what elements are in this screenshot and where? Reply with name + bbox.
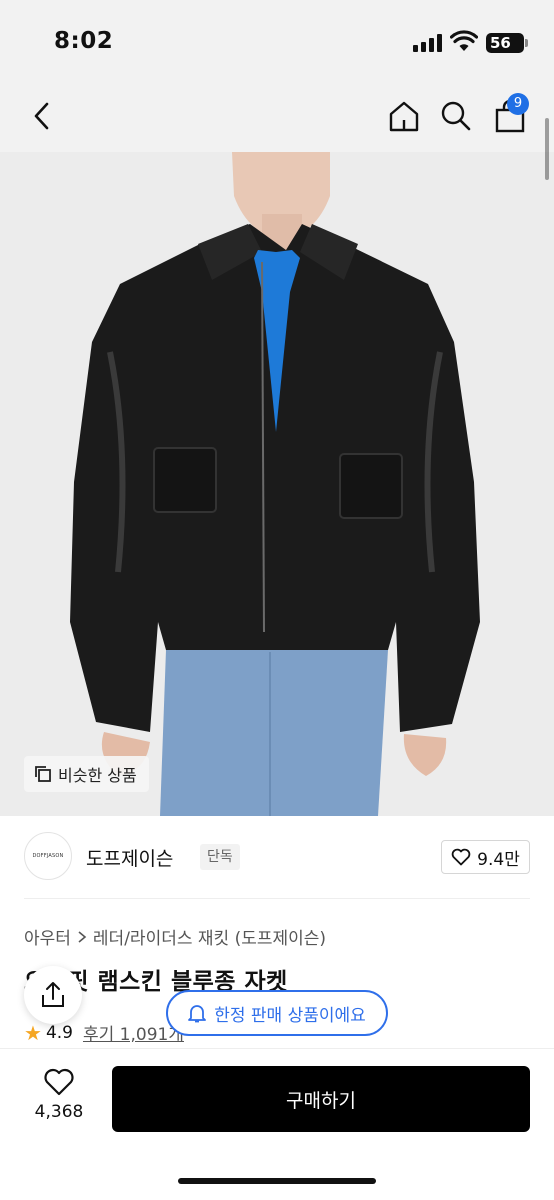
limited-sale-text: 한정 판매 상품이에요 <box>214 1005 366 1026</box>
breadcrumb: 아우터 레더/라이더스 재킷 (도프제이슨) <box>24 924 326 949</box>
limited-sale-banner[interactable]: 한정 판매 상품이에요 <box>166 990 388 1036</box>
brand-logo[interactable]: DOFFJASON <box>24 832 72 880</box>
breadcrumb-category[interactable]: 아우터 <box>24 924 71 949</box>
wishlist-count: 4,368 <box>34 1102 84 1122</box>
chevron-right-icon <box>78 930 87 943</box>
search-icon[interactable] <box>436 96 476 136</box>
heart-icon <box>44 1068 74 1096</box>
cart-count-badge: 9 <box>507 93 529 115</box>
buy-button[interactable]: 구매하기 <box>112 1066 530 1132</box>
star-icon: ★ <box>24 1020 42 1045</box>
divider <box>24 898 530 899</box>
share-icon <box>42 982 64 1007</box>
heart-icon <box>451 848 471 866</box>
home-icon[interactable] <box>384 96 424 136</box>
rating-row: ★ 4.9 후기 1,091개 <box>24 1020 184 1046</box>
brand-name[interactable]: 도프제이슨 <box>86 844 173 871</box>
back-icon[interactable] <box>22 96 62 136</box>
battery-icon: 56 <box>486 33 528 53</box>
brand-like-button[interactable]: 9.4만 <box>441 840 530 874</box>
share-button[interactable] <box>24 966 82 1024</box>
wishlist-button[interactable]: 4,368 <box>30 1068 88 1128</box>
scroll-indicator <box>545 118 549 180</box>
breadcrumb-subcategory[interactable]: 레더/라이더스 재킷 (도프제이슨) <box>93 924 326 949</box>
nav-bar <box>0 88 554 152</box>
bell-icon <box>188 1005 207 1023</box>
exclusive-badge: 단독 <box>200 844 240 870</box>
signal-icon <box>413 34 443 52</box>
status-time: 8:02 <box>54 28 114 54</box>
brand-like-count: 9.4만 <box>477 849 520 870</box>
status-bar: 8:02 56 <box>0 0 554 88</box>
rating-value: 4.9 <box>45 1022 73 1043</box>
product-image[interactable] <box>0 152 554 816</box>
copy-icon <box>35 766 51 782</box>
similar-products-label: 비슷한 상품 <box>58 766 137 785</box>
jacket-photo <box>0 152 554 816</box>
wifi-icon <box>450 30 478 51</box>
home-indicator <box>178 1178 376 1184</box>
similar-products-button[interactable]: 비슷한 상품 <box>24 756 149 792</box>
brand-row: DOFFJASON 도프제이슨 단독 9.4만 <box>24 832 530 882</box>
